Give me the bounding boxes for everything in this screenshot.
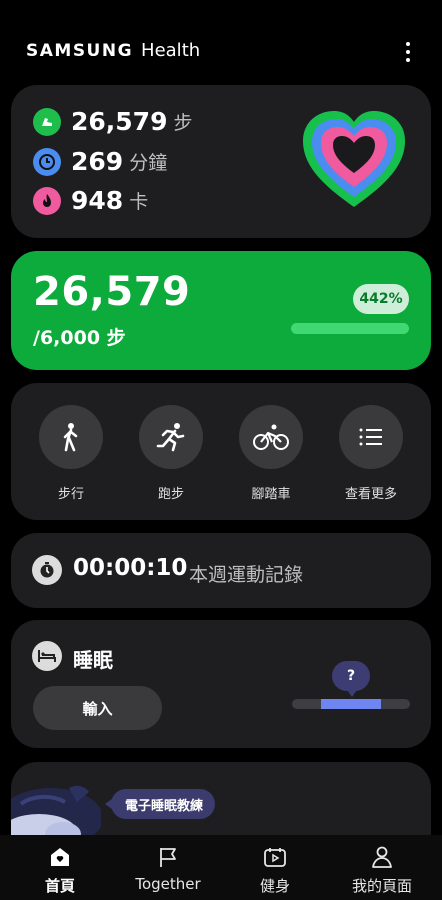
exercise-label: 本週運動記錄 (189, 564, 304, 586)
calories-value: 948 (71, 186, 124, 215)
flag-icon (113, 845, 223, 869)
steps-value: 26,579 (71, 107, 168, 136)
goal-percent-badge: 442% (353, 284, 409, 314)
walking-icon (39, 405, 103, 469)
bottom-navigation: 首頁 Together 健身 我的頁面 (0, 835, 442, 900)
shortcut-cycling[interactable]: 腳踏車 (231, 405, 311, 502)
sleep-card[interactable]: 睡眠 輸入 ? (11, 620, 431, 748)
clock-icon (33, 147, 61, 176)
nav-fitness[interactable]: 健身 (220, 845, 330, 896)
shortcut-running[interactable]: 跑步 (131, 405, 211, 502)
steps-count: 26,579 (33, 269, 191, 315)
running-icon (139, 405, 203, 469)
shortcut-more[interactable]: 查看更多 (331, 405, 411, 502)
minutes-value: 269 (71, 147, 124, 176)
nav-label: 首頁 (44, 877, 75, 895)
active-time-stat: 269 分鐘 (33, 147, 167, 176)
activity-heart-icon (299, 107, 409, 211)
stopwatch-icon (32, 555, 62, 585)
sleep-unknown-marker: ? (332, 661, 370, 697)
list-icon (339, 405, 403, 469)
bed-icon (32, 641, 62, 671)
nav-together[interactable]: Together (113, 845, 223, 893)
person-icon (327, 845, 437, 869)
step-goal-card[interactable]: 26,579 /6,000 步 442% (11, 251, 431, 370)
calories-stat: 948 卡 (33, 186, 148, 215)
nav-label: Together (135, 875, 201, 893)
steps-goal: /6,000 步 (33, 327, 126, 349)
step-progress-fill (291, 323, 409, 334)
nav-label: 我的頁面 (351, 877, 412, 895)
shortcut-label: 步行 (57, 487, 84, 502)
minutes-unit: 分鐘 (129, 152, 168, 174)
workout-shortcuts-card: 步行 跑步 腳踏車 查看更多 (11, 383, 431, 520)
video-icon (220, 845, 330, 869)
steps-stat: 26,579 步 (33, 107, 193, 136)
more-vertical-icon[interactable] (398, 38, 418, 66)
weekly-exercise-card[interactable]: 00:00:10 本週運動記錄 (11, 533, 431, 608)
exercise-time: 00:00:10 (73, 555, 188, 581)
nav-label: 健身 (259, 877, 290, 895)
step-progress-bar (291, 323, 409, 334)
flame-icon (33, 186, 61, 215)
sleep-timeline-bar (292, 699, 410, 709)
activity-summary-card[interactable]: 26,579 步 269 分鐘 948 卡 (11, 85, 431, 238)
shoe-icon (33, 107, 61, 136)
nav-home[interactable]: 首頁 (5, 845, 115, 896)
sleep-timeline-fill (321, 699, 381, 709)
home-icon (5, 845, 115, 869)
sleep-title: 睡眠 (73, 648, 113, 672)
app-header: SAMSUNG Health (0, 0, 442, 84)
brand-samsung: SAMSUNG (26, 41, 134, 61)
cycling-icon (239, 405, 303, 469)
app-logo: SAMSUNG Health (26, 40, 200, 61)
shortcut-label: 查看更多 (344, 487, 397, 502)
calories-unit: 卡 (129, 191, 149, 213)
nav-my-page[interactable]: 我的頁面 (327, 845, 437, 896)
sleep-coach-tag: 電子睡眠教練 (104, 789, 216, 819)
shortcut-label: 跑步 (157, 487, 184, 502)
brand-health: Health (141, 40, 201, 61)
sleep-input-button[interactable]: 輸入 (33, 686, 162, 730)
shortcut-walking[interactable]: 步行 (31, 405, 111, 502)
steps-unit: 步 (173, 112, 193, 134)
shortcut-label: 腳踏車 (251, 487, 291, 502)
